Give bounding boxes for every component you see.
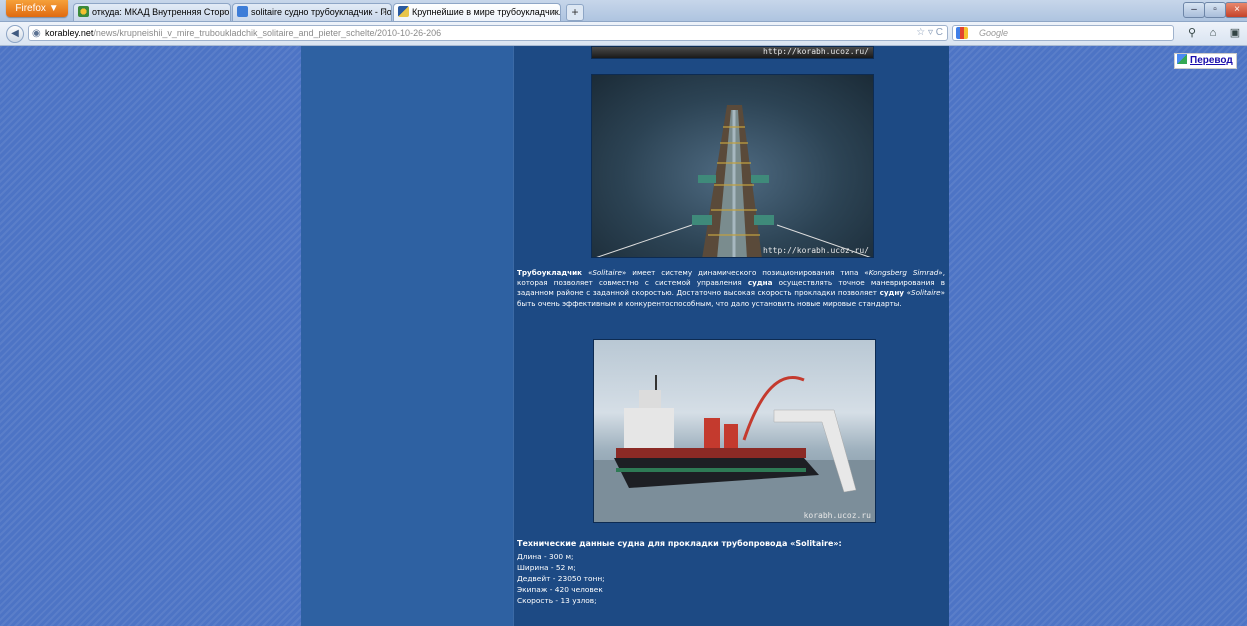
address-bar[interactable]: ◉ korabley.net/news/krupneishii_v_mire_t… — [28, 25, 948, 41]
tab-label: Крупнейшие в мире трубоукладчик... — [412, 7, 561, 17]
text-run: « — [582, 268, 593, 277]
url-host: korabley.net — [45, 28, 94, 38]
home-icon[interactable]: ⌂ — [1206, 26, 1220, 40]
translate-link[interactable]: Перевод — [1190, 55, 1233, 66]
search-placeholder: Google — [979, 28, 1009, 38]
article-paragraph: Трубоукладчик «Solitaire» имеет систему … — [517, 268, 945, 309]
tab-close-icon[interactable]: × — [382, 4, 387, 21]
new-tab-button[interactable]: + — [566, 4, 584, 21]
ship-illustration — [594, 375, 875, 522]
browser-window: Firefox ▼ откуда: МКАД Внутренняя Сторон… — [0, 0, 1247, 626]
site-identity-icon[interactable]: ◉ — [32, 27, 41, 41]
italic-system-name: Kongsberg Simrad — [868, 268, 939, 277]
tab-label: откуда: МКАД Внутренняя Сторона(... — [92, 7, 230, 17]
bold-term: судна — [747, 278, 773, 288]
tab-strip: Firefox ▼ откуда: МКАД Внутренняя Сторон… — [0, 0, 1247, 22]
magnifier-icon[interactable]: ⚲ — [1185, 26, 1199, 40]
back-arrow-icon[interactable]: ◀ — [6, 25, 24, 43]
photo-watermark: http://korabh.ucoz.ru/ — [763, 47, 869, 56]
spec-item: Дедвейт - 23050 тонн; — [517, 574, 605, 583]
text-run: » имеет систему динамического позиционир… — [621, 268, 869, 277]
tab-close-icon[interactable]: × — [551, 4, 556, 21]
bold-term: Трубоукладчик — [517, 268, 583, 277]
text-run: « — [903, 288, 912, 298]
photo-watermark: korabh.ucoz.ru — [803, 511, 871, 520]
search-favicon-icon — [237, 6, 248, 17]
column-divider — [513, 46, 514, 626]
ship-favicon-icon — [398, 6, 409, 17]
url-text: korabley.net/news/krupneishii_v_mire_tru… — [45, 26, 441, 40]
tab-label: solitaire судно трубоукладчик - Пои... — [251, 7, 392, 17]
google-icon[interactable] — [956, 27, 968, 39]
specs-heading: Технические данные судна для прокладки т… — [517, 539, 842, 548]
bold-term: судну — [879, 288, 904, 298]
content-column: http://korabh.ucoz.ru/ http://korabh.uco… — [301, 46, 949, 626]
tab-mkad[interactable]: откуда: МКАД Внутренняя Сторона(... × — [73, 3, 231, 21]
ship-photo-top-partial: http://korabh.ucoz.ru/ — [591, 46, 874, 59]
tab-close-icon[interactable]: × — [221, 4, 226, 21]
bookmarks-menu-icon[interactable]: ▣ — [1228, 26, 1242, 40]
tab-active-article[interactable]: Крупнейшие в мире трубоукладчик... × — [393, 3, 561, 21]
firefox-menu-button[interactable]: Firefox ▼ — [6, 0, 68, 17]
left-sidebar — [301, 46, 513, 626]
navigation-toolbar: ◀ ◉ korabley.net/news/krupneishii_v_mire… — [0, 22, 1247, 46]
italic-ship-name: Solitaire — [911, 288, 941, 298]
spec-item: Скорость - 13 узлов; — [517, 596, 597, 605]
italic-ship-name: Solitaire — [592, 268, 622, 277]
photo-watermark: http://korabh.ucoz.ru/ — [763, 246, 869, 255]
search-bar[interactable]: Google — [952, 25, 1174, 41]
spec-item: Ширина - 52 м; — [517, 563, 576, 572]
tab-search[interactable]: solitaire судно трубоукладчик - Пои... × — [232, 3, 392, 21]
solitaire-ship-photo: korabh.ucoz.ru — [593, 339, 876, 523]
spec-item: Экипаж - 420 человек — [517, 585, 603, 594]
translate-widget[interactable]: Перевод — [1174, 53, 1237, 69]
bookmark-star-and-reload-icons[interactable]: ☆ ▿ C — [916, 26, 943, 40]
google-translate-icon — [1177, 54, 1187, 64]
stinger-illustration — [596, 105, 871, 257]
pipelay-stinger-photo: http://korabh.ucoz.ru/ — [591, 74, 874, 258]
spec-item: Длина - 300 м; — [517, 552, 574, 561]
maps-favicon-icon — [78, 6, 89, 17]
maximize-button[interactable]: ▫ — [1204, 2, 1226, 18]
minimize-button[interactable]: – — [1183, 2, 1205, 18]
close-window-button[interactable]: × — [1225, 2, 1247, 18]
web-page: Перевод http://korabh.ucoz.ru/ http://ko… — [0, 46, 1247, 626]
url-path: /news/krupneishii_v_mire_truboukladchik_… — [93, 28, 442, 38]
